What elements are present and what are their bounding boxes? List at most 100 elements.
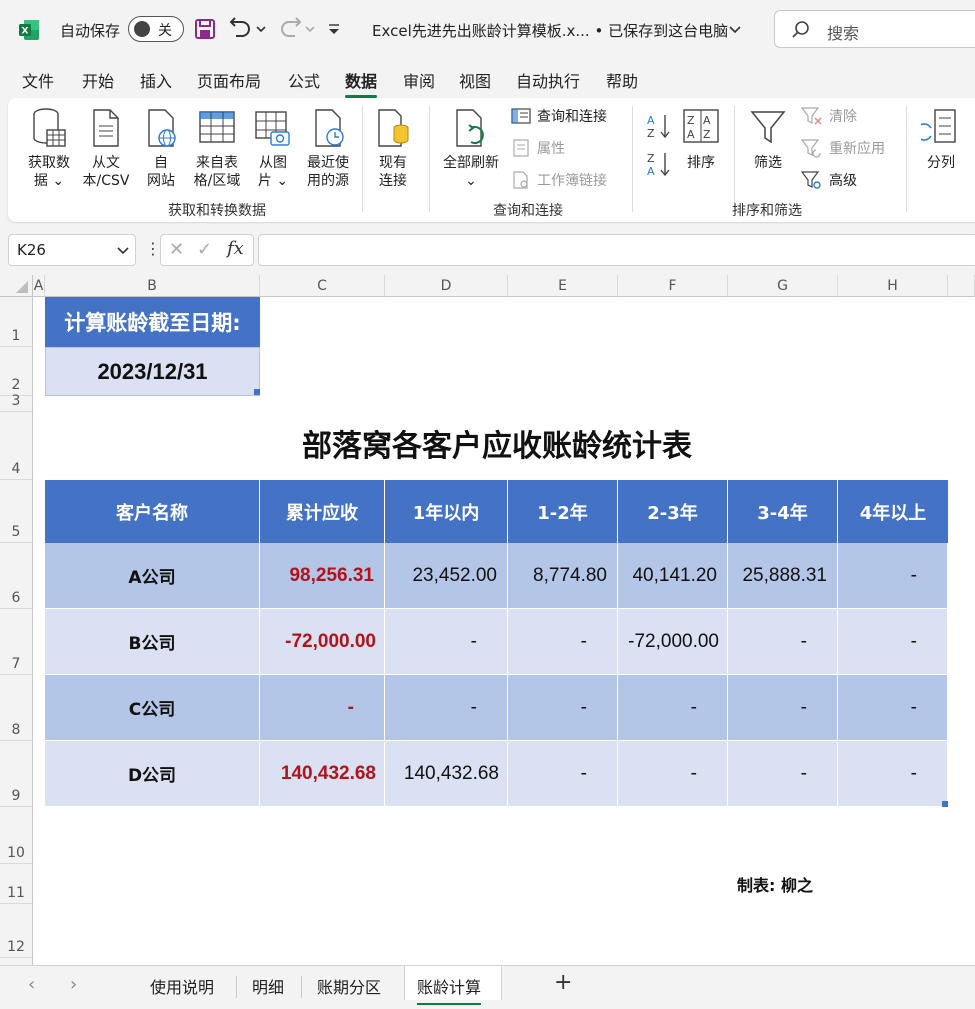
sort-az-icon[interactable]: A Z [646, 112, 672, 140]
aging-cell[interactable]: - [385, 609, 508, 675]
advanced-filter-button[interactable]: 高级 [801, 170, 857, 190]
tab-automate[interactable]: 自动执行 [516, 68, 580, 92]
header-within-1y[interactable]: 1年以内 [385, 480, 508, 543]
next-sheet-icon[interactable]: › [70, 974, 77, 995]
aging-cell[interactable]: 8,774.80 [508, 543, 618, 609]
add-sheet-button[interactable]: + [554, 970, 572, 995]
filter-button[interactable]: 筛选 [746, 106, 790, 172]
aging-cell[interactable]: - [385, 675, 508, 741]
report-maker[interactable]: 制表: 柳之 [737, 872, 813, 896]
total-cell[interactable]: -72,000.00 [260, 609, 385, 675]
recent-sources-button[interactable]: 最近使 用的源 [300, 106, 356, 190]
row-header-7[interactable]: 7 [0, 609, 33, 675]
row-header-8[interactable]: 8 [0, 675, 33, 741]
row-header-5[interactable]: 5 [0, 480, 33, 543]
aging-cell[interactable]: 23,452.00 [385, 543, 508, 609]
header-2-3y[interactable]: 2-3年 [618, 480, 728, 543]
from-picture-button[interactable]: 从图 片 ⌄ [251, 106, 295, 190]
aging-cell[interactable]: 40,141.20 [618, 543, 728, 609]
aging-cell[interactable]: - [838, 609, 948, 675]
tab-insert[interactable]: 插入 [140, 68, 172, 92]
column-header-a[interactable]: A [33, 275, 45, 297]
aging-cell[interactable]: - [508, 675, 618, 741]
row-header-6[interactable]: 6 [0, 543, 33, 609]
aging-cell[interactable]: - [508, 741, 618, 807]
sheet-tab-periods[interactable]: 账期分区 [317, 974, 381, 998]
aging-cell[interactable]: - [618, 741, 728, 807]
search-box[interactable]: 搜索 [774, 10, 975, 48]
aging-cell[interactable]: - [508, 609, 618, 675]
aging-cell[interactable]: - [728, 675, 838, 741]
column-header-e[interactable]: E [508, 275, 618, 297]
sheet-tab-details[interactable]: 明细 [252, 974, 284, 998]
from-web-button[interactable]: 自 网站 [138, 106, 184, 190]
enter-icon[interactable]: ✓ [197, 239, 212, 260]
refresh-all-button[interactable]: 全部刷新 ⌄ [438, 106, 504, 190]
undo-icon[interactable] [228, 16, 254, 42]
sheet-tab-aging[interactable]: 账龄计算 [417, 974, 482, 1005]
column-header-g[interactable]: G [728, 275, 838, 297]
customer-name-cell[interactable]: B公司 [45, 609, 260, 675]
customer-name-cell[interactable]: D公司 [45, 741, 260, 807]
reapply-button[interactable]: 重新应用 [801, 138, 885, 158]
row-header-1[interactable]: 1 [0, 297, 33, 347]
aging-cell[interactable]: 140,432.68 [385, 741, 508, 807]
customer-name-cell[interactable]: C公司 [45, 675, 260, 741]
header-1-2y[interactable]: 1-2年 [508, 480, 618, 543]
formula-bar-options[interactable]: ⋮ [145, 239, 161, 258]
title-chevron-down-icon[interactable] [728, 16, 742, 42]
clear-filter-button[interactable]: 清除 [801, 106, 857, 126]
total-cell[interactable]: 140,432.68 [260, 741, 385, 807]
report-title[interactable]: 部落窝各客户应收账龄统计表 [45, 423, 949, 471]
aging-cell[interactable]: - [838, 675, 948, 741]
row-header-2[interactable]: 2 [0, 347, 33, 396]
aging-cell[interactable]: - [728, 609, 838, 675]
properties-button[interactable]: 属性 [511, 138, 565, 158]
sort-button[interactable]: Z A A Z 排序 [680, 106, 722, 172]
row-header-3[interactable]: 3 [0, 393, 33, 412]
aging-cell[interactable]: - [618, 675, 728, 741]
tab-formulas[interactable]: 公式 [288, 68, 320, 92]
cutoff-date-value[interactable]: 2023/12/31 [45, 347, 260, 396]
resize-handle[interactable] [254, 389, 260, 395]
column-header-c[interactable]: C [260, 275, 385, 297]
save-icon[interactable] [192, 16, 218, 42]
cancel-icon[interactable]: ✕ [169, 239, 184, 260]
row-header-13[interactable] [0, 958, 33, 965]
aging-cell[interactable]: - [838, 741, 948, 807]
insert-function-icon[interactable]: fx [227, 238, 244, 259]
redo-dropdown-icon[interactable] [304, 16, 316, 42]
redo-icon[interactable] [277, 16, 303, 42]
text-to-columns-button[interactable]: 分列 [916, 106, 966, 172]
get-data-button[interactable]: 获取数 据 ⌄ [24, 106, 74, 190]
tab-home[interactable]: 开始 [82, 68, 114, 92]
row-header-10[interactable]: 10 [0, 807, 33, 864]
header-over-4y[interactable]: 4年以上 [838, 480, 948, 543]
formula-input[interactable] [258, 234, 975, 266]
row-header-9[interactable]: 9 [0, 741, 33, 807]
column-header-f[interactable]: F [618, 275, 728, 297]
total-cell[interactable]: - [260, 675, 385, 741]
tab-page-layout[interactable]: 页面布局 [197, 68, 261, 92]
column-header-d[interactable]: D [385, 275, 508, 297]
row-header-12[interactable]: 12 [0, 904, 33, 958]
document-title[interactable]: Excel先进先出账龄计算模板.x... • 已保存到这台电脑 [372, 20, 728, 41]
tab-review[interactable]: 审阅 [403, 68, 435, 92]
aging-cell[interactable]: - [728, 741, 838, 807]
tab-view[interactable]: 视图 [459, 68, 491, 92]
tab-help[interactable]: 帮助 [606, 68, 638, 92]
prev-sheet-icon[interactable]: ‹ [28, 974, 35, 995]
column-header-h[interactable]: H [838, 275, 948, 297]
sort-za-icon[interactable]: Z A [646, 150, 672, 178]
chevron-down-icon[interactable] [117, 246, 129, 256]
autosave-toggle[interactable]: 关 [128, 16, 184, 42]
header-total[interactable]: 累计应收 [260, 480, 385, 543]
row-header-11[interactable]: 11 [0, 864, 33, 904]
total-cell[interactable]: 98,256.31 [260, 543, 385, 609]
row-header-4[interactable]: 4 [0, 412, 33, 480]
name-box[interactable]: K26 [8, 234, 136, 266]
table-resize-handle[interactable] [942, 801, 948, 807]
customer-name-cell[interactable]: A公司 [45, 543, 260, 609]
sheet-tab-instructions[interactable]: 使用说明 [150, 974, 214, 998]
from-text-csv-button[interactable]: 从文 本/CSV [78, 106, 134, 190]
